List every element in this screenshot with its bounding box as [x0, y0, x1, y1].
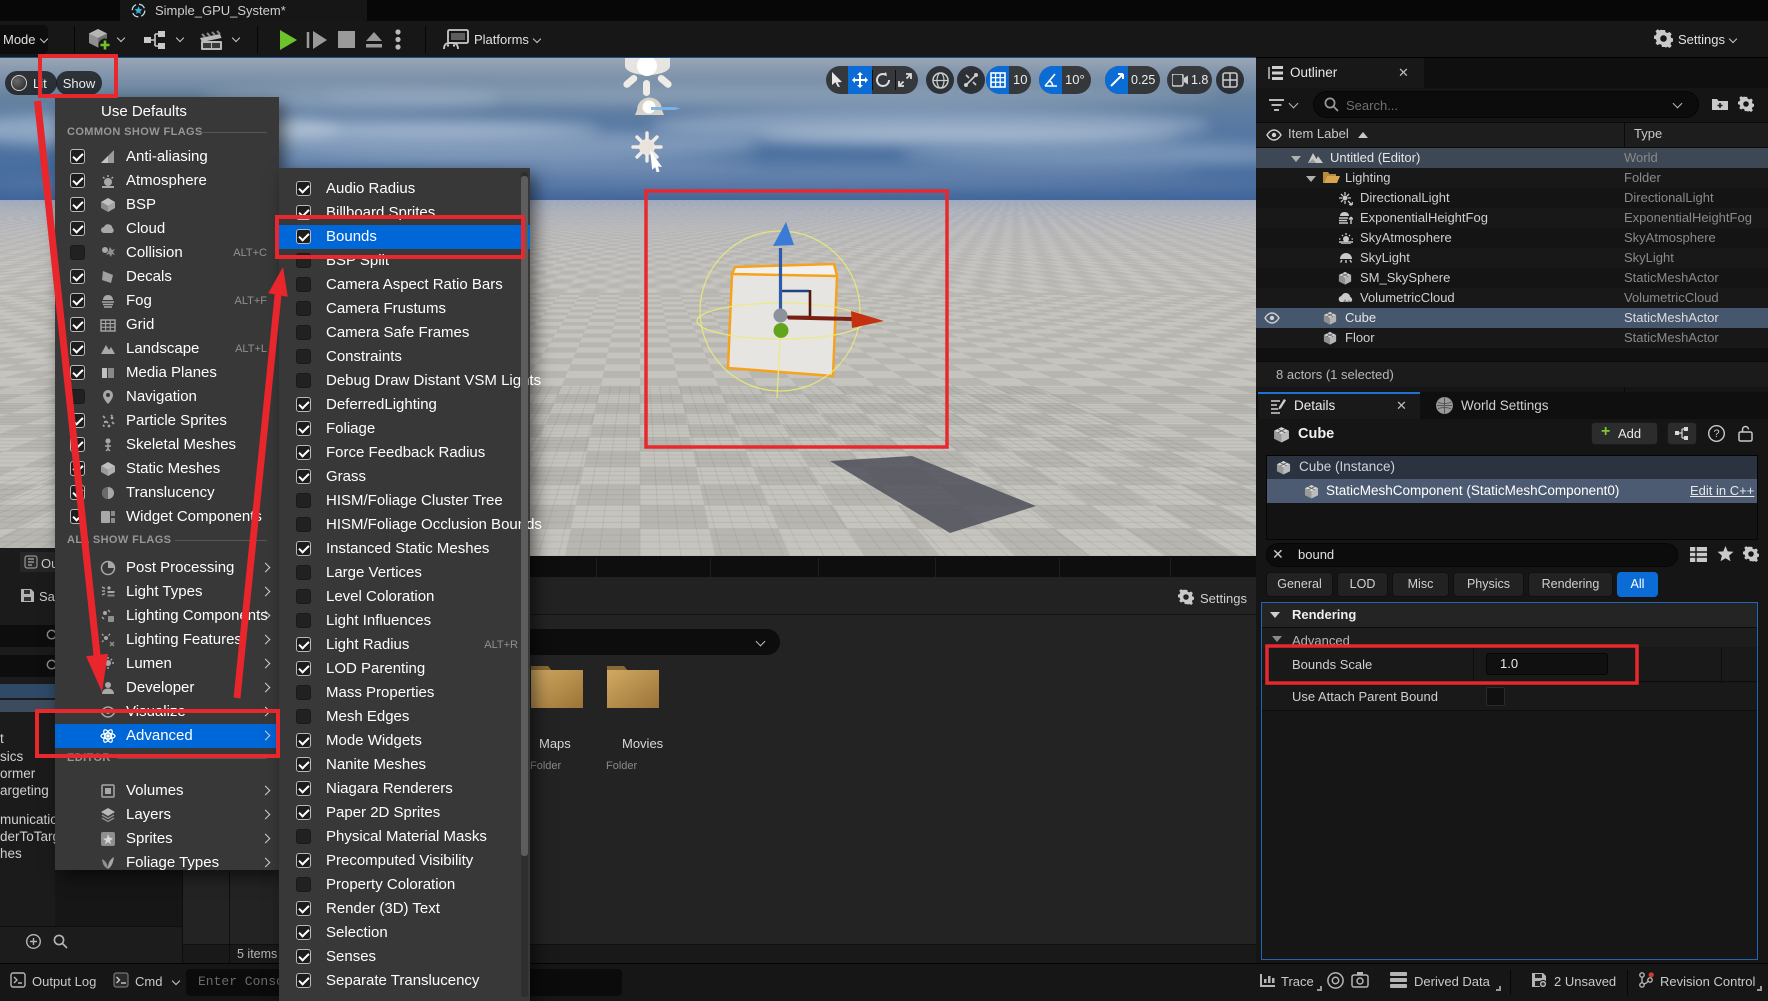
- svg-text:?: ?: [1714, 428, 1720, 440]
